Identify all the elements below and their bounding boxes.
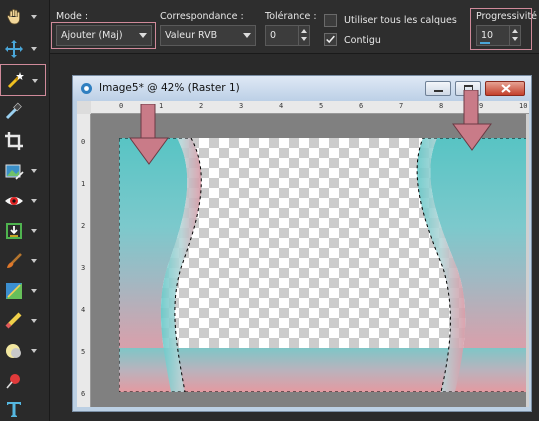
tool-menu-caret[interactable]	[31, 169, 37, 173]
tool-fill[interactable]	[0, 278, 46, 304]
tool-menu-caret[interactable]	[31, 289, 37, 293]
match-label: Correspondance :	[160, 11, 244, 22]
dropper-icon	[5, 102, 22, 120]
minimize-button[interactable]	[425, 81, 451, 96]
tolerance-stepper[interactable]: 0	[265, 25, 310, 46]
tool-menu-caret[interactable]	[31, 199, 37, 203]
tool-crop[interactable]	[0, 128, 46, 154]
match-value: Valeur RVB	[165, 30, 218, 41]
image-canvas[interactable]	[119, 138, 527, 392]
stepper-down-icon	[301, 37, 307, 41]
ruler-tick-label: 4	[279, 102, 284, 110]
app-window: Mode : Ajouter (Maj) Correspondance : Va…	[0, 0, 539, 421]
ruler-tick-label: 3	[81, 264, 86, 272]
ruler-tick-label: 6	[81, 390, 86, 398]
tool-menu-caret[interactable]	[32, 79, 38, 83]
ruler-tick-label: 5	[319, 102, 324, 110]
chevron-down-icon	[243, 33, 251, 38]
tool-menu-caret[interactable]	[31, 349, 37, 353]
all-layers-label: Utiliser tous les calques	[344, 15, 457, 26]
tool-menu-caret[interactable]	[31, 15, 37, 19]
feather-highlight	[470, 8, 532, 50]
tool-brush[interactable]	[0, 248, 46, 274]
pan-icon	[7, 8, 20, 25]
stepper-up-icon	[301, 29, 307, 33]
checkmark-icon	[326, 35, 335, 44]
stepper-buttons[interactable]	[298, 26, 309, 45]
tool-pan[interactable]	[0, 4, 46, 30]
tool-dodge[interactable]	[0, 338, 46, 364]
ruler-tick-label: 7	[399, 102, 404, 110]
ruler-tick-label: 0	[81, 138, 86, 146]
ruler-tick-label: 10	[519, 102, 528, 110]
tool-pin[interactable]	[0, 368, 46, 394]
ruler-tick-label: 1	[81, 180, 86, 188]
match-mode-dropdown[interactable]: Valeur RVB	[160, 25, 256, 46]
tool-straighten[interactable]	[0, 158, 46, 184]
brush-icon	[7, 253, 22, 268]
tool-eraser[interactable]	[0, 308, 46, 334]
mode-highlight	[51, 22, 156, 49]
clone-icon	[6, 223, 22, 239]
document-title: Image5* @ 42% (Raster 1)	[99, 82, 240, 94]
fill-icon	[6, 283, 22, 299]
image-artwork	[119, 138, 527, 392]
ruler-vertical: 0 1 2 3 4 5 6	[77, 114, 91, 407]
magic-wand-icon	[7, 72, 24, 89]
tool-text[interactable]	[0, 396, 46, 421]
tools-palette	[0, 0, 50, 421]
tool-clone[interactable]	[0, 218, 46, 244]
tool-menu-caret[interactable]	[31, 47, 37, 51]
contiguous-label: Contigu	[344, 35, 381, 46]
tool-move[interactable]	[0, 36, 46, 62]
dodge-icon	[6, 344, 21, 358]
tool-menu-caret[interactable]	[31, 259, 37, 263]
ruler-tick-label: 6	[359, 102, 364, 110]
vertical-scrollbar[interactable]	[526, 114, 529, 407]
document-window: Image5* @ 42% (Raster 1) 0 1 2 3 4 5 6 7 8 9 10 01…	[72, 75, 532, 412]
ruler-tick-label: 4	[81, 306, 86, 314]
crop-icon	[5, 132, 23, 150]
ruler-tick-label: 5	[81, 348, 86, 356]
all-layers-checkbox[interactable]	[324, 14, 337, 27]
contiguous-checkbox[interactable]	[324, 33, 337, 46]
ruler-corner	[77, 101, 91, 114]
tool-red-eye[interactable]	[0, 188, 46, 214]
tool-dropper[interactable]	[0, 98, 46, 124]
ruler-tick-label: 2	[81, 222, 86, 230]
document-icon	[81, 83, 92, 94]
tool-menu-caret[interactable]	[31, 319, 37, 323]
ruler-tick-label: 3	[239, 102, 244, 110]
minimize-icon	[434, 90, 443, 92]
ruler-tick-label: 8	[439, 102, 444, 110]
red-eye-icon	[5, 197, 23, 205]
move-icon	[5, 40, 23, 58]
mode-label: Mode :	[56, 11, 89, 22]
ruler-tick-label: 2	[199, 102, 204, 110]
annotation-arrow-left	[129, 104, 169, 165]
tolerance-value: 0	[270, 30, 277, 41]
tool-options-bar: Mode : Ajouter (Maj) Correspondance : Va…	[50, 0, 539, 54]
annotation-arrow-right	[452, 90, 492, 151]
tolerance-label: Tolérance :	[265, 11, 317, 22]
ruler-tick-label: 0	[119, 102, 124, 110]
tool-menu-caret[interactable]	[31, 229, 37, 233]
straighten-icon	[5, 164, 24, 180]
eraser-icon	[5, 312, 22, 329]
text-icon	[7, 402, 21, 417]
tool-magic-wand[interactable]	[0, 64, 46, 96]
pin-icon	[6, 374, 20, 389]
